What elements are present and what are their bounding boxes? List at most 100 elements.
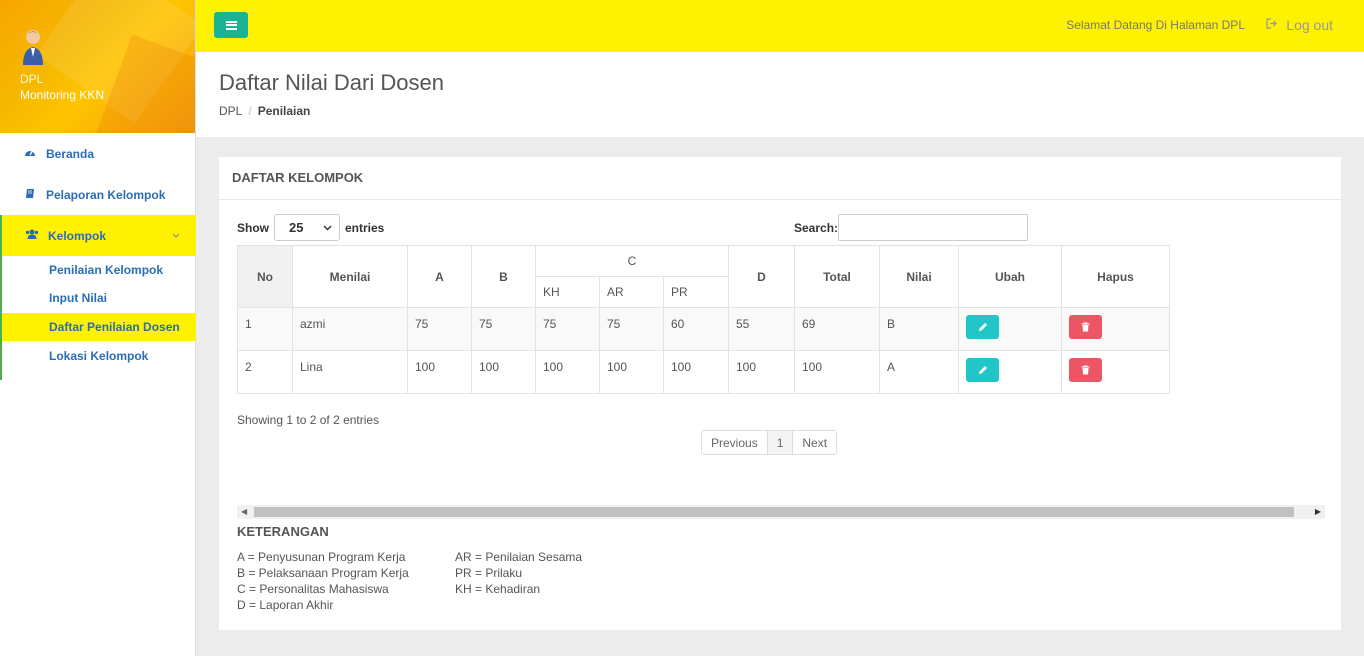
breadcrumb-item-dpl[interactable]: DPL <box>219 104 242 118</box>
user-avatar-icon <box>23 30 43 65</box>
legend-item: A = Penyusunan Program Kerja <box>237 550 406 564</box>
entries-select[interactable]: 25 <box>274 214 340 241</box>
breadcrumb-item-penilaian: Penilaian <box>257 104 311 118</box>
legend-item: AR = Penilaian Sesama <box>455 550 583 564</box>
pencil-icon <box>978 366 987 374</box>
dashboard-icon <box>20 147 40 160</box>
cell-no: 1 <box>237 307 293 351</box>
legend-item: PR = Prilaku <box>455 566 523 580</box>
cell-no: 2 <box>237 350 293 394</box>
search-label: Search: <box>794 220 839 235</box>
cell-d: 55 <box>728 307 795 351</box>
cell-kh: 100 <box>535 350 600 394</box>
cell-nilai: A <box>879 350 959 394</box>
column-header-menilai[interactable]: Menilai <box>292 245 408 308</box>
pagination: Previous 1 Next <box>701 430 838 455</box>
edit-button[interactable] <box>966 358 999 382</box>
column-header-b[interactable]: B <box>471 245 536 308</box>
entries-select-value: 25 <box>289 220 304 235</box>
legend-right: AR = Penilaian Sesama PR = Prilaku KH = … <box>455 549 582 597</box>
trash-icon <box>1081 322 1090 332</box>
cell-menilai: azmi <box>292 307 408 351</box>
column-header-total[interactable]: Total <box>794 245 880 308</box>
cell-a: 75 <box>407 307 472 351</box>
pagination-next[interactable]: Next <box>793 431 836 454</box>
show-label: Show <box>237 220 269 235</box>
table-row: 1 azmi 75 75 75 75 60 55 69 B <box>237 307 1170 351</box>
sidebar: DPL Monitoring KKN Beranda Pelaporan Kel… <box>0 0 196 656</box>
sidebar-subitem-input-nilai[interactable]: Input Nilai <box>2 284 196 312</box>
trash-icon <box>1081 365 1090 375</box>
legend-item: D = Laporan Akhir <box>237 598 334 612</box>
column-header-ar[interactable]: AR <box>599 276 664 308</box>
chevron-down-icon <box>172 230 180 241</box>
sidebar-item-kelompok[interactable]: Kelompok <box>0 215 196 256</box>
cell-ubah <box>958 307 1062 351</box>
breadcrumb-separator: / <box>248 104 252 118</box>
cell-pr: 60 <box>663 307 729 351</box>
sidebar-subitem-lokasi-kelompok[interactable]: Lokasi Kelompok <box>2 342 196 370</box>
pencil-icon <box>978 323 987 331</box>
table-info: Showing 1 to 2 of 2 entries <box>237 413 380 427</box>
sidebar-submenu-kelompok: Penilaian Kelompok Input Nilai Daftar Pe… <box>0 256 196 380</box>
cell-b: 100 <box>471 350 536 394</box>
cell-pr: 100 <box>663 350 729 394</box>
column-header-nilai[interactable]: Nilai <box>879 245 959 308</box>
sidebar-item-label: Kelompok <box>48 228 107 243</box>
chevron-down-icon <box>323 223 332 233</box>
cell-nilai: B <box>879 307 959 351</box>
welcome-message: Selamat Datang Di Halaman DPL <box>1066 18 1245 32</box>
entries-length-control: Show 25 entries <box>237 214 384 241</box>
table-row: 2 Lina 100 100 100 100 100 100 100 A <box>237 350 1170 394</box>
app-name: Monitoring KKN <box>20 88 105 102</box>
logout-link[interactable]: Log out <box>1266 17 1333 33</box>
sidebar-profile: DPL Monitoring KKN <box>0 0 195 133</box>
hamburger-icon <box>225 20 237 30</box>
column-header-c: C <box>535 245 729 277</box>
legend-item: KH = Kehadiran <box>455 582 541 596</box>
column-header-pr[interactable]: PR <box>663 276 729 308</box>
scroll-left-icon[interactable]: ◀ <box>241 507 247 516</box>
delete-button[interactable] <box>1069 358 1102 382</box>
cell-menilai: Lina <box>292 350 408 394</box>
column-header-no[interactable]: No <box>237 245 293 308</box>
horizontal-scrollbar[interactable]: ◀ ▶ <box>237 505 1325 519</box>
column-header-ubah[interactable]: Ubah <box>958 245 1062 308</box>
legend-title: KETERANGAN <box>237 524 329 539</box>
scrollbar-thumb[interactable] <box>254 507 1294 517</box>
users-icon <box>22 229 42 242</box>
pagination-previous[interactable]: Previous <box>702 431 768 454</box>
legend-item: C = Personalitas Mahasiswa <box>237 582 389 596</box>
scroll-right-icon[interactable]: ▶ <box>1315 507 1321 516</box>
breadcrumb: DPL / Penilaian <box>219 104 310 118</box>
search-input[interactable] <box>838 214 1029 241</box>
sidebar-item-label: Beranda <box>46 146 95 161</box>
sign-out-icon <box>1266 18 1278 32</box>
pagination-page-1[interactable]: 1 <box>767 431 794 454</box>
entries-label: entries <box>345 220 385 235</box>
logout-label: Log out <box>1286 17 1333 33</box>
cell-total: 100 <box>794 350 880 394</box>
column-header-d[interactable]: D <box>728 245 795 308</box>
delete-button[interactable] <box>1069 315 1102 339</box>
column-header-hapus[interactable]: Hapus <box>1061 245 1170 308</box>
edit-button[interactable] <box>966 315 999 339</box>
sidebar-subitem-daftar-penilaian-dosen[interactable]: Daftar Penilaian Dosen <box>2 313 196 341</box>
page-heading: Daftar Nilai Dari Dosen DPL / Penilaian <box>196 52 1364 138</box>
legend-left: A = Penyusunan Program Kerja B = Pelaksa… <box>237 549 409 613</box>
column-header-a[interactable]: A <box>407 245 472 308</box>
sidebar-item-beranda[interactable]: Beranda <box>0 133 196 174</box>
legend-item: B = Pelaksanaan Program Kerja <box>237 566 409 580</box>
sidebar-item-label: Pelaporan Kelompok <box>46 187 166 202</box>
column-header-kh[interactable]: KH <box>535 276 600 308</box>
sidebar-subitem-penilaian-kelompok[interactable]: Penilaian Kelompok <box>2 256 196 284</box>
menu-toggle-button[interactable] <box>214 12 248 38</box>
cell-ar: 75 <box>599 307 664 351</box>
book-icon <box>20 188 40 202</box>
cell-kh: 75 <box>535 307 600 351</box>
search-control: Search: <box>794 214 1029 241</box>
cell-total: 69 <box>794 307 880 351</box>
sidebar-item-pelaporan-kelompok[interactable]: Pelaporan Kelompok <box>0 174 196 215</box>
daftar-kelompok-panel: DAFTAR KELOMPOK Show 25 entries Search: … <box>219 157 1341 630</box>
cell-b: 75 <box>471 307 536 351</box>
